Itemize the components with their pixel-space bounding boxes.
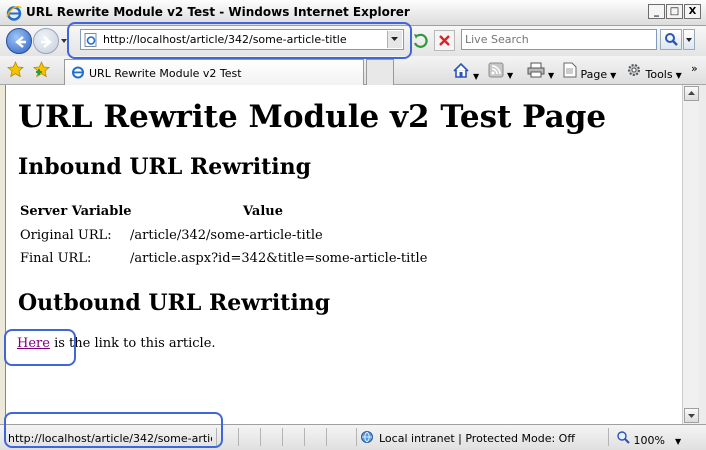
feeds-button[interactable]: ▼ bbox=[488, 62, 513, 80]
page-content: URL Rewrite Module v2 Test Page Inbound … bbox=[5, 85, 682, 424]
table-header-value: Value bbox=[243, 204, 283, 219]
stop-x-icon bbox=[439, 35, 450, 46]
gear-icon bbox=[628, 64, 640, 76]
zoom-magnifier-icon bbox=[617, 431, 630, 444]
table-cell-value: /article/342/some-article-title bbox=[130, 228, 323, 243]
rss-feed-icon bbox=[488, 62, 504, 78]
inbound-heading: Inbound URL Rewriting bbox=[18, 154, 312, 180]
outbound-heading: Outbound URL Rewriting bbox=[18, 290, 331, 316]
security-zone-label: Local intranet | Protected Mode: Off bbox=[379, 432, 575, 445]
zoom-level: 100% bbox=[633, 434, 665, 447]
zoom-control[interactable]: 100% ▼ bbox=[616, 430, 681, 447]
internet-explorer-icon bbox=[6, 6, 22, 21]
status-separator bbox=[326, 428, 327, 446]
status-separator bbox=[356, 428, 357, 446]
vertical-scrollbar[interactable] bbox=[682, 85, 699, 424]
tab-title: URL Rewrite Module v2 Test bbox=[89, 67, 242, 80]
page-icon bbox=[563, 62, 577, 78]
search-box[interactable] bbox=[461, 29, 657, 50]
table-cell-label: Original URL: bbox=[20, 228, 112, 243]
stop-button[interactable] bbox=[434, 30, 455, 51]
home-button[interactable]: ▼ bbox=[452, 62, 479, 81]
intranet-globe-icon bbox=[361, 431, 373, 443]
add-favorites-icon[interactable] bbox=[33, 61, 50, 78]
status-separator bbox=[238, 428, 239, 446]
triangle-down-icon bbox=[688, 414, 695, 418]
back-button[interactable] bbox=[6, 28, 32, 54]
tools-menu-label: Tools bbox=[645, 68, 673, 81]
minimize-button[interactable]: _ bbox=[648, 4, 665, 19]
status-separator bbox=[608, 428, 609, 446]
tools-menu[interactable]: Tools ▼ bbox=[626, 62, 682, 81]
arrow-left-icon bbox=[15, 36, 26, 48]
table-header-variable: Server Variable bbox=[20, 204, 132, 219]
chevron-down-icon bbox=[686, 38, 692, 42]
scroll-down-button[interactable] bbox=[684, 408, 699, 423]
status-separator bbox=[282, 428, 283, 446]
tab-bar: URL Rewrite Module v2 Test ▼ ▼ ▼ Page ▼ T… bbox=[0, 56, 706, 85]
favorites-star-icon[interactable] bbox=[7, 61, 24, 78]
status-separator bbox=[260, 428, 261, 446]
more-chevron-icon[interactable]: » bbox=[691, 62, 698, 80]
window-title: URL Rewrite Module v2 Test - Windows Int… bbox=[26, 5, 410, 19]
security-zone[interactable]: Local intranet | Protected Mode: Off bbox=[360, 430, 575, 448]
search-input[interactable] bbox=[465, 31, 655, 48]
tab-active[interactable]: URL Rewrite Module v2 Test bbox=[64, 59, 364, 85]
status-separator bbox=[304, 428, 305, 446]
magnifier-icon bbox=[665, 33, 678, 46]
link-highlight bbox=[4, 329, 76, 366]
page-title: URL Rewrite Module v2 Test Page bbox=[18, 99, 607, 135]
page-menu-label: Page bbox=[580, 68, 608, 81]
refresh-icon[interactable] bbox=[411, 31, 431, 51]
search-button[interactable] bbox=[660, 29, 682, 50]
scroll-up-button[interactable] bbox=[684, 86, 699, 101]
window-edge bbox=[699, 85, 706, 424]
maximize-button[interactable]: □ bbox=[666, 4, 683, 19]
arrow-right-icon bbox=[41, 36, 52, 48]
table-cell-label: Final URL: bbox=[20, 251, 92, 266]
page-menu[interactable]: Page ▼ bbox=[563, 62, 616, 81]
new-tab-button[interactable] bbox=[366, 59, 394, 85]
status-url-highlight bbox=[4, 412, 223, 448]
close-button[interactable]: X bbox=[684, 4, 701, 19]
triangle-up-icon bbox=[688, 91, 695, 95]
forward-button[interactable] bbox=[33, 28, 59, 54]
printer-icon bbox=[527, 62, 545, 78]
internet-explorer-icon bbox=[72, 66, 84, 79]
home-icon bbox=[453, 62, 469, 78]
address-bar-highlight bbox=[67, 22, 412, 59]
search-options-dropdown[interactable] bbox=[683, 29, 695, 50]
print-button[interactable]: ▼ bbox=[527, 62, 554, 80]
table-cell-value: /article.aspx?id=342&title=some-article-… bbox=[130, 251, 428, 266]
